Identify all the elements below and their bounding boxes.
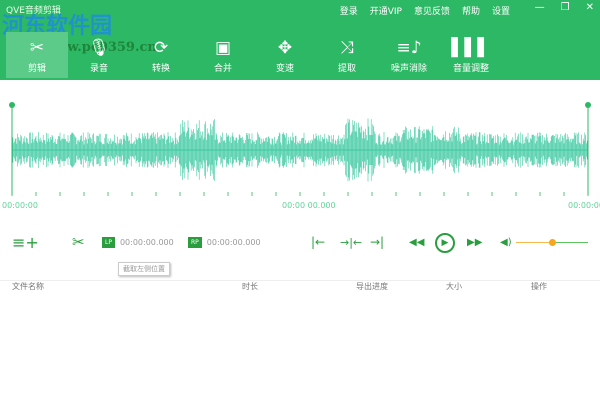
- cut-icon[interactable]: ✂: [72, 233, 85, 251]
- menu-vip[interactable]: 开通VIP: [370, 4, 402, 17]
- tool-shuffle[interactable]: ⤨ 提取: [316, 32, 378, 78]
- timeline-start: 00:00:00: [2, 201, 38, 210]
- tool-label: 噪声消除: [390, 64, 427, 74]
- fast-forward-icon[interactable]: ▶▶: [467, 234, 482, 250]
- timeline-end: 00:00:00: [568, 201, 600, 210]
- tool-label: 音量调整: [452, 64, 489, 74]
- volume-slider[interactable]: [516, 239, 588, 246]
- jump-middle-icon[interactable]: →|←: [340, 234, 362, 250]
- merge-icon: ▣: [214, 38, 232, 58]
- col-duration: 时长: [242, 282, 258, 291]
- play-button[interactable]: ▶: [435, 233, 455, 253]
- minimize-button[interactable]: —: [535, 2, 545, 13]
- tool-microphone[interactable]: 🎙 录音: [68, 32, 130, 78]
- menu-help[interactable]: 帮助: [462, 4, 480, 17]
- tool-volume-bars[interactable]: ▌▌▌ 音量调整: [440, 32, 502, 78]
- tool-label: 剪辑: [27, 64, 46, 74]
- tool-label: 变速: [275, 64, 294, 74]
- lp-button[interactable]: LP: [102, 236, 115, 248]
- tool-noise[interactable]: ≡♪ 噪声消除: [378, 32, 440, 78]
- col-filename: 文件名称: [12, 282, 44, 291]
- tool-label: 提取: [337, 64, 356, 74]
- volume-bars-icon: ▌▌▌: [451, 38, 491, 58]
- maximize-button[interactable]: ❐: [561, 2, 570, 13]
- rp-time: 00:00:00.000: [206, 237, 261, 247]
- close-button[interactable]: ✕: [586, 2, 594, 13]
- header-bar: QVE音频剪辑 河东软件园 www.pc0359.cn 登录 开通VIP 意见反…: [0, 0, 600, 80]
- left-marker-handle[interactable]: [9, 102, 15, 108]
- shuffle-icon: ⤨: [340, 38, 354, 58]
- microphone-icon: 🎙: [88, 38, 110, 58]
- tooltip: 截取左侧位置: [118, 262, 170, 276]
- menu-feedback[interactable]: 意见反馈: [414, 4, 450, 17]
- noise-icon: ≡♪: [396, 38, 422, 58]
- add-file-icon[interactable]: ≡+: [12, 233, 39, 252]
- menu-login[interactable]: 登录: [340, 4, 358, 17]
- menu-settings[interactable]: 设置: [492, 4, 510, 17]
- col-action: 操作: [531, 282, 547, 291]
- col-size: 大小: [446, 282, 462, 291]
- rewind-icon[interactable]: ◀◀: [409, 234, 424, 250]
- jump-end-icon[interactable]: →|: [370, 234, 384, 250]
- timeline-mid: 00:00 00.000: [282, 201, 336, 210]
- tool-convert[interactable]: ⟳ 转换: [130, 32, 192, 78]
- tool-merge[interactable]: ▣ 合并: [192, 32, 254, 78]
- convert-icon: ⟳: [153, 38, 169, 58]
- jump-start-icon[interactable]: |←: [311, 234, 325, 250]
- waveform[interactable]: [0, 100, 600, 200]
- speed-icon: ✥: [277, 38, 293, 58]
- tool-speed[interactable]: ✥ 变速: [254, 32, 316, 78]
- table-divider: [0, 280, 600, 281]
- right-marker-handle[interactable]: [585, 102, 591, 108]
- scissors-icon: ✂: [29, 38, 45, 58]
- lp-time: 00:00:00.000: [119, 237, 174, 247]
- col-progress: 导出进度: [356, 282, 388, 291]
- tool-label: 录音: [89, 64, 108, 74]
- volume-handle[interactable]: [549, 239, 556, 246]
- tool-scissors[interactable]: ✂ 剪辑: [6, 32, 68, 78]
- rp-button[interactable]: RP: [188, 236, 202, 248]
- tool-label: 转换: [151, 64, 170, 74]
- volume-icon: ◀): [500, 236, 512, 248]
- tool-label: 合并: [213, 64, 232, 74]
